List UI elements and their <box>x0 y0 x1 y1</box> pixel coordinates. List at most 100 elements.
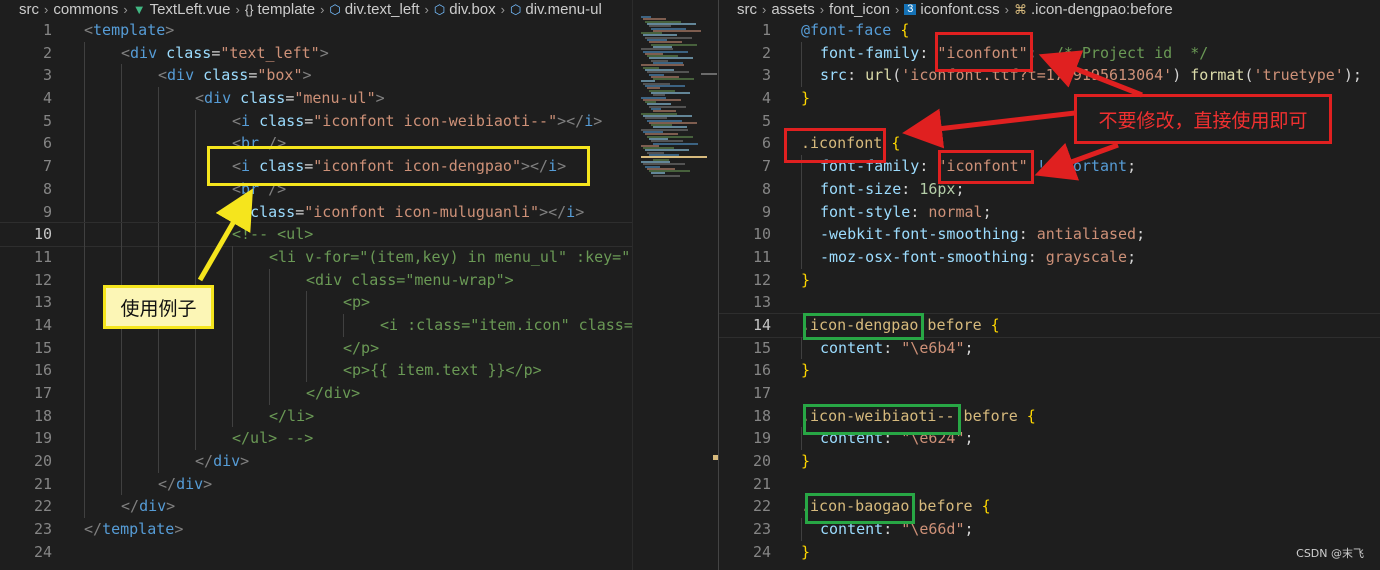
right-code-line[interactable]: 9 font-style: normal; <box>719 200 1380 224</box>
right-breadcrumb-item[interactable]: ⌘ .icon-dengpao:before <box>1014 1 1173 18</box>
right-breadcrumb-item[interactable]: font_icon <box>829 1 890 18</box>
left-code-line[interactable]: 23 </template> <box>0 518 632 541</box>
right-code-line[interactable]: 13 <box>719 291 1380 314</box>
left-code-line[interactable]: 4 <div class="menu-ul"> <box>0 87 632 110</box>
right-code-line[interactable]: 24} <box>719 541 1380 564</box>
code-text: <br /> <box>232 178 286 201</box>
left-code-line[interactable]: 10 <!-- <ul> <box>0 222 632 247</box>
right-code-line[interactable]: 2 font-family: "iconfont"; /* Project id … <box>719 41 1380 65</box>
left-breadcrumb-item[interactable]: ⬡ div.menu-ul <box>510 1 602 18</box>
code-token: { <box>981 497 991 516</box>
right-code-line[interactable]: 1 @font-face { <box>719 19 1380 42</box>
code-token: < <box>121 43 131 62</box>
left-code-line[interactable]: 9 class="iconfont icon-muluguanli"></i> <box>0 200 632 224</box>
left-breadcrumb-item[interactable]: ⬡ div.box <box>434 1 496 18</box>
right-editor-pane[interactable]: src › assets › font_icon › 3 iconfont.css › ⌘ .ico… <box>718 0 1380 570</box>
indent-guide <box>121 109 122 133</box>
code-token: { <box>990 315 1000 334</box>
left-breadcrumb-item[interactable]: src <box>19 1 39 18</box>
indent-guide <box>195 177 196 201</box>
left-breadcrumb[interactable]: src › commons › ▼ TextLeft.vue ›{} template › ⬡ di… <box>0 0 632 19</box>
right-code-line[interactable]: 19 content: "\e624"; <box>719 427 1380 451</box>
left-code-line[interactable]: 3 <div class="box"> <box>0 64 632 88</box>
indent-guide <box>158 132 159 156</box>
right-code-line[interactable]: 14 .icon-dengpao:before { <box>719 312 1380 338</box>
breadcrumb-label: .icon-dengpao:before <box>1030 1 1173 18</box>
left-code-line[interactable]: 18 </li> <box>0 404 632 428</box>
code-token: : <box>883 338 902 357</box>
indent-guide <box>84 450 85 473</box>
right-code-line[interactable]: 21 <box>719 473 1380 496</box>
left-code-line[interactable]: 1 <template> <box>0 19 632 42</box>
code-token: } <box>801 452 811 471</box>
right-code-line[interactable]: 7 font-family: "iconfont" !important; <box>719 155 1380 178</box>
breadcrumb-label: assets <box>771 1 815 18</box>
scrollbar-marker[interactable] <box>701 73 717 75</box>
right-breadcrumb-item[interactable]: assets <box>771 1 814 18</box>
left-code-line[interactable]: 8 <br /> <box>0 177 632 201</box>
code-text: <!-- <ul> <box>232 223 313 246</box>
left-code-line[interactable]: 11 <li v-for="(item,key) in menu_ul" :key… <box>0 245 632 269</box>
line-number: 18 <box>33 406 52 425</box>
left-code-area[interactable]: 1 <template> 2 <div class="text_left"> 3 <div… <box>0 19 632 564</box>
right-code-line[interactable]: 3 src: url('iconfont.ttf?t=1709195613064'… <box>719 64 1380 88</box>
left-code-line[interactable]: 20 </div> <box>0 450 632 473</box>
right-breadcrumb-item[interactable]: src <box>737 1 757 18</box>
left-code-line[interactable]: 2 <div class="text_left"> <box>0 41 632 65</box>
code-text: <p> <box>343 291 370 314</box>
left-code-line[interactable]: 19 </ul> --> <box>0 427 632 451</box>
right-code-line[interactable]: 17 <box>719 382 1380 405</box>
right-code-line[interactable]: 8 font-size: 16px; <box>719 177 1380 201</box>
code-token: ( <box>892 66 902 85</box>
left-breadcrumb-item[interactable]: ⬡ div.text_left <box>329 1 419 18</box>
left-breadcrumb-item[interactable]: {} template <box>245 1 315 18</box>
code-token: { <box>900 21 910 39</box>
left-code-line[interactable]: 14 <i :class="item.icon" class= <box>0 313 632 337</box>
right-code-line[interactable]: 15 content: "\e6b4"; <box>719 336 1380 360</box>
left-code-line[interactable]: 17 </div> <box>0 382 632 405</box>
left-code-line[interactable]: 16 <p>{{ item.text }}</p> <box>0 359 632 382</box>
left-breadcrumb-item[interactable]: commons <box>53 1 118 18</box>
right-code-line[interactable]: 20} <box>719 450 1380 473</box>
cube-icon: ⬡ <box>433 2 446 17</box>
left-code-line[interactable]: 6 <br /> <box>0 132 632 156</box>
code-token: i <box>584 111 594 130</box>
right-code-line[interactable]: 11 -moz-osx-font-smoothing: grayscale; <box>719 245 1380 269</box>
left-code-line[interactable]: 22 </div> <box>0 495 632 519</box>
left-code-line[interactable]: 21 </div> <box>0 472 632 496</box>
right-code-line[interactable]: 18 .icon-weibiaoti--:before { <box>719 405 1380 428</box>
chevron-right-icon: › <box>44 2 49 17</box>
code-token: <p> <box>343 293 371 312</box>
right-code-line[interactable]: 12} <box>719 269 1380 292</box>
code-token: br <box>241 134 260 153</box>
left-breadcrumb-item[interactable]: ▼ TextLeft.vue <box>133 1 231 18</box>
line-number: 6 <box>761 134 771 153</box>
left-code-line[interactable]: 5 <i class="iconfont icon-weibiaoti--"></… <box>0 109 632 133</box>
left-code-line[interactable]: 7 <i class="iconfont icon-dengpao"></i> <box>0 155 632 178</box>
left-editor-pane[interactable]: src › commons › ▼ TextLeft.vue ›{} template › ⬡ di… <box>0 0 632 570</box>
right-code-line[interactable]: 10 -webkit-font-smoothing: antialiased; <box>719 223 1380 246</box>
right-code-line[interactable]: 23 content: "\e66d"; <box>719 518 1380 541</box>
code-token: div <box>167 66 195 85</box>
left-code-line[interactable]: 24 <box>0 541 632 564</box>
code-token: font-size <box>820 179 902 198</box>
code-text: <div class="menu-wrap"> <box>306 269 514 292</box>
code-token: : <box>883 520 902 539</box>
code-token: : <box>883 429 902 448</box>
left-code-line[interactable]: 15 </p> <box>0 336 632 360</box>
code-token: url <box>865 66 893 85</box>
minimap[interactable] <box>632 0 718 570</box>
code-token: : <box>1027 247 1046 266</box>
right-breadcrumb[interactable]: src › assets › font_icon › 3 iconfont.css › ⌘ .ico… <box>719 0 1380 19</box>
left-code-line[interactable]: 12 <div class="menu-wrap"> <box>0 268 632 292</box>
code-token: < <box>232 111 242 130</box>
right-breadcrumb-item[interactable]: 3 iconfont.css <box>904 1 1000 18</box>
right-code-line[interactable]: 22 .icon-baogao:before { <box>719 495 1380 518</box>
breadcrumb-label: div.box <box>449 1 496 18</box>
minimap-line <box>653 78 694 81</box>
left-code-line[interactable]: 13 <p> <box>0 291 632 314</box>
right-code-line[interactable]: 16} <box>719 359 1380 382</box>
code-token: > <box>166 497 176 516</box>
breadcrumb-label: src <box>19 1 39 18</box>
code-text: .icon-dengpao:before { <box>801 314 1000 337</box>
